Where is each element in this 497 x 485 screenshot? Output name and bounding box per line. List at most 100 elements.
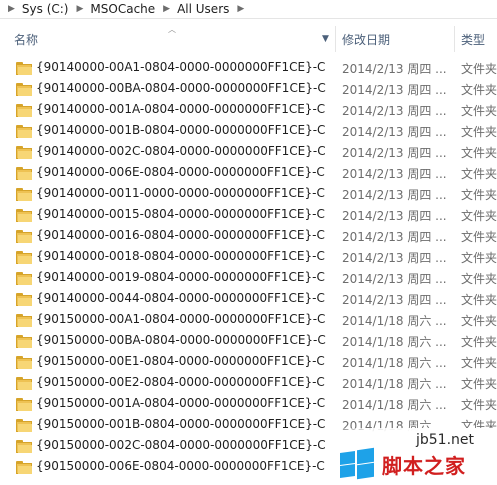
column-header-name[interactable]: 名称	[14, 26, 334, 52]
watermark: jb51.net 脚本之家	[326, 428, 497, 485]
table-row[interactable]: {90150000-001A-0804-0000-0000000FF1CE}-C…	[0, 394, 497, 415]
table-row[interactable]: {90140000-00BA-0804-0000-0000000FF1CE}-C…	[0, 79, 497, 100]
file-name: {90140000-00BA-0804-0000-0000000FF1CE}-C	[36, 81, 326, 95]
column-divider[interactable]	[454, 26, 455, 52]
breadcrumb-item-drive[interactable]: Sys (C:)	[22, 2, 69, 16]
watermark-url: jb51.net	[416, 432, 475, 448]
watermark-text: 脚本之家	[382, 454, 466, 478]
file-name: {90140000-006E-0804-0000-0000000FF1CE}-C	[36, 165, 325, 179]
table-row[interactable]: {90150000-00BA-0804-0000-0000000FF1CE}-C…	[0, 331, 497, 352]
table-row[interactable]: {90140000-0016-0804-0000-0000000FF1CE}-C…	[0, 226, 497, 247]
file-name: {90140000-0016-0804-0000-0000000FF1CE}-C	[36, 228, 325, 242]
file-type: 文件夹	[461, 335, 497, 349]
file-type: 文件夹	[461, 293, 497, 307]
table-row[interactable]: {90150000-00E2-0804-0000-0000000FF1CE}-C…	[0, 373, 497, 394]
folder-icon	[16, 104, 32, 117]
file-type: 文件夹	[461, 146, 497, 160]
chevron-right-icon[interactable]: ▶	[237, 4, 244, 14]
modified-date: 2014/2/13 周四 ...	[342, 209, 447, 223]
file-name: {90140000-0019-0804-0000-0000000FF1CE}-C	[36, 270, 325, 284]
folder-icon	[16, 461, 32, 474]
folder-icon	[16, 314, 32, 327]
modified-date: 2014/1/18 周六 ...	[342, 335, 447, 349]
modified-date: 2014/2/13 周四 ...	[342, 293, 447, 307]
file-type: 文件夹	[461, 209, 497, 223]
folder-icon	[16, 167, 32, 180]
modified-date: 2014/2/13 周四 ...	[342, 230, 447, 244]
folder-icon	[16, 272, 32, 285]
file-type: 文件夹	[461, 230, 497, 244]
breadcrumb-item-msocache[interactable]: MSOCache	[90, 2, 155, 16]
folder-icon	[16, 146, 32, 159]
breadcrumb-item-all-users[interactable]: All Users	[177, 2, 229, 16]
modified-date: 2014/2/13 周四 ...	[342, 83, 447, 97]
modified-date: 2014/2/13 周四 ...	[342, 125, 447, 139]
table-row[interactable]: {90150000-00A1-0804-0000-0000000FF1CE}-C…	[0, 310, 497, 331]
table-row[interactable]: {90140000-0044-0804-0000-0000000FF1CE}-C…	[0, 289, 497, 310]
table-row[interactable]: {90140000-00A1-0804-0000-0000000FF1CE}-C…	[0, 58, 497, 79]
file-name: {90150000-006E-0804-0000-0000000FF1CE}-C	[36, 459, 325, 473]
file-type: 文件夹	[461, 251, 497, 265]
modified-date: 2014/1/18 周六 ...	[342, 356, 447, 370]
table-row[interactable]: {90140000-0015-0804-0000-0000000FF1CE}-C…	[0, 205, 497, 226]
file-type: 文件夹	[461, 167, 497, 181]
table-row[interactable]: {90140000-0011-0000-0000-0000000FF1CE}-C…	[0, 184, 497, 205]
file-type: 文件夹	[461, 188, 497, 202]
file-name: {90140000-0015-0804-0000-0000000FF1CE}-C	[36, 207, 325, 221]
file-type: 文件夹	[461, 104, 497, 118]
modified-date: 2014/1/18 周六 ...	[342, 314, 447, 328]
folder-icon	[16, 293, 32, 306]
file-name: {90140000-0044-0804-0000-0000000FF1CE}-C	[36, 291, 325, 305]
windows-logo-icon	[340, 447, 374, 480]
column-divider[interactable]	[335, 26, 336, 52]
file-type: 文件夹	[461, 272, 497, 286]
chevron-right-icon[interactable]: ▶	[77, 4, 84, 14]
file-name: {90140000-0018-0804-0000-0000000FF1CE}-C	[36, 249, 325, 263]
modified-date: 2014/2/13 周四 ...	[342, 104, 447, 118]
file-name: {90140000-00A1-0804-0000-0000000FF1CE}-C	[36, 60, 326, 74]
modified-date: 2014/2/13 周四 ...	[342, 188, 447, 202]
folder-icon	[16, 230, 32, 243]
file-name: {90150000-001A-0804-0000-0000000FF1CE}-C	[36, 396, 326, 410]
folder-icon	[16, 335, 32, 348]
chevron-down-icon[interactable]: ▼	[322, 34, 329, 44]
chevron-right-icon[interactable]: ▶	[8, 4, 15, 14]
folder-icon	[16, 440, 32, 453]
column-header-date[interactable]: 修改日期	[342, 26, 452, 52]
folder-icon	[16, 356, 32, 369]
modified-date: 2014/2/13 周四 ...	[342, 62, 447, 76]
column-header: ︿ 名称 ▼ 修改日期 类型	[0, 25, 497, 52]
table-row[interactable]: {90140000-002C-0804-0000-0000000FF1CE}-C…	[0, 142, 497, 163]
table-row[interactable]: {90140000-001A-0804-0000-0000000FF1CE}-C…	[0, 100, 497, 121]
modified-date: 2014/2/13 周四 ...	[342, 272, 447, 286]
folder-icon	[16, 398, 32, 411]
file-name: {90150000-00A1-0804-0000-0000000FF1CE}-C	[36, 312, 326, 326]
table-row[interactable]: {90150000-00E1-0804-0000-0000000FF1CE}-C…	[0, 352, 497, 373]
table-row[interactable]: {90140000-0019-0804-0000-0000000FF1CE}-C…	[0, 268, 497, 289]
folder-icon	[16, 251, 32, 264]
chevron-right-icon[interactable]: ▶	[163, 4, 170, 14]
file-name: {90150000-001B-0804-0000-0000000FF1CE}-C	[36, 417, 326, 431]
file-name: {90150000-00E1-0804-0000-0000000FF1CE}-C	[36, 354, 325, 368]
folder-icon	[16, 377, 32, 390]
modified-date: 2014/1/18 周六 ...	[342, 398, 447, 412]
table-row[interactable]: {90140000-006E-0804-0000-0000000FF1CE}-C…	[0, 163, 497, 184]
file-type: 文件夹	[461, 314, 497, 328]
file-name: {90140000-002C-0804-0000-0000000FF1CE}-C	[36, 144, 326, 158]
folder-icon	[16, 125, 32, 138]
column-header-type[interactable]: 类型	[461, 26, 497, 52]
file-name: {90140000-0011-0000-0000-0000000FF1CE}-C	[36, 186, 325, 200]
file-name: {90150000-00E2-0804-0000-0000000FF1CE}-C	[36, 375, 325, 389]
folder-icon	[16, 83, 32, 96]
folder-icon	[16, 419, 32, 432]
file-type: 文件夹	[461, 125, 497, 139]
table-row[interactable]: {90140000-0018-0804-0000-0000000FF1CE}-C…	[0, 247, 497, 268]
file-name: {90150000-00BA-0804-0000-0000000FF1CE}-C	[36, 333, 326, 347]
file-name: {90150000-002C-0804-0000-0000000FF1CE}-C	[36, 438, 326, 452]
modified-date: 2014/2/13 周四 ...	[342, 146, 447, 160]
modified-date: 2014/2/13 周四 ...	[342, 167, 447, 181]
modified-date: 2014/1/18 周六 ...	[342, 377, 447, 391]
table-row[interactable]: {90140000-001B-0804-0000-0000000FF1CE}-C…	[0, 121, 497, 142]
breadcrumb: ▶ Sys (C:) ▶ MSOCache ▶ All Users ▶	[0, 0, 497, 19]
file-type: 文件夹	[461, 377, 497, 391]
